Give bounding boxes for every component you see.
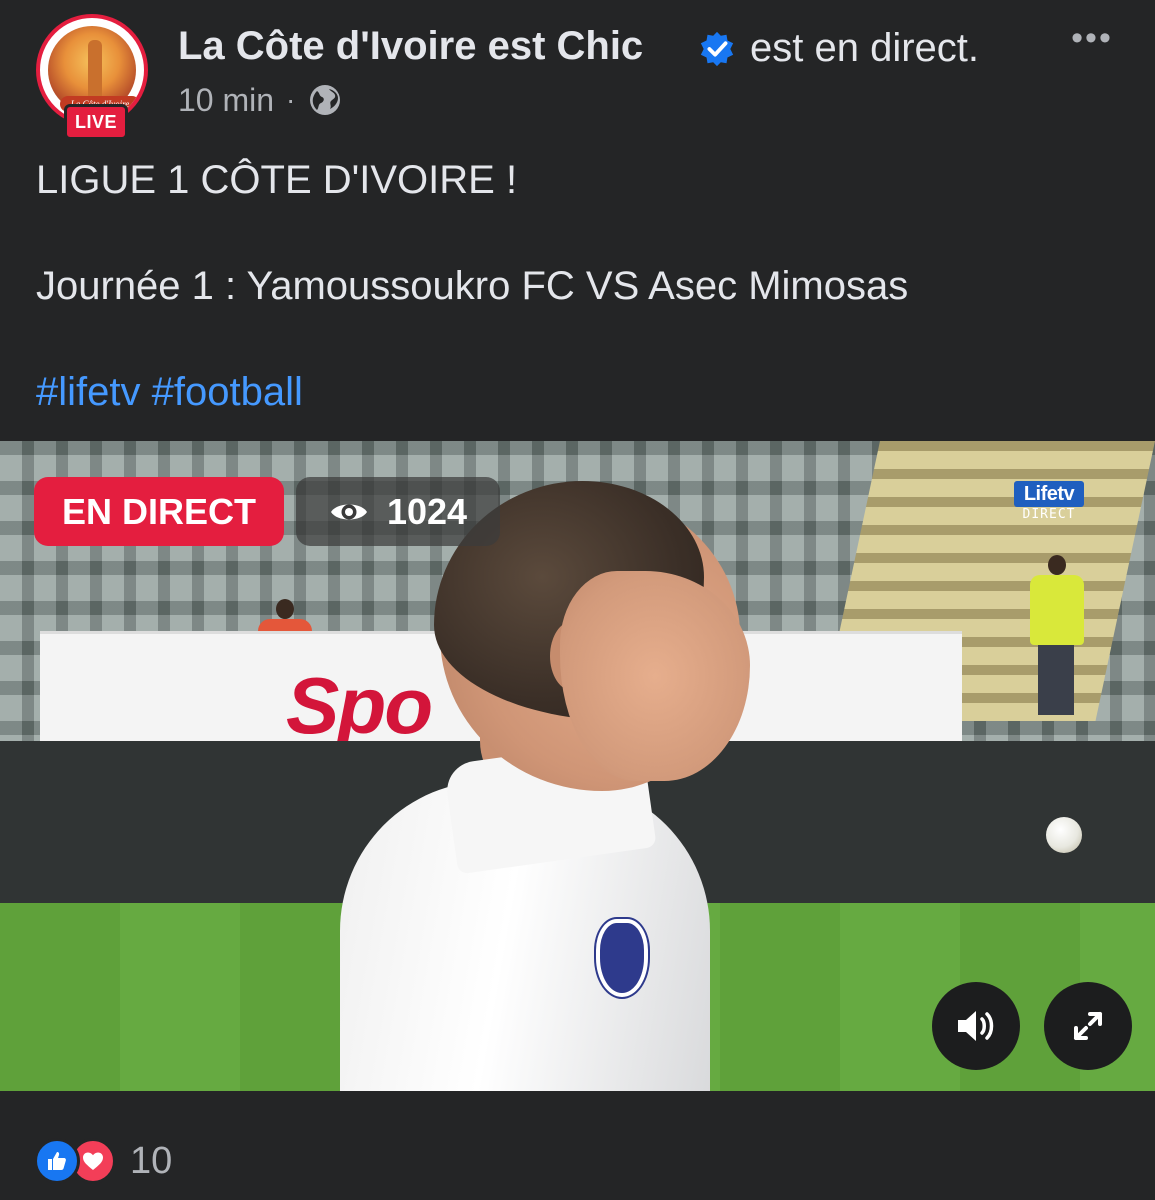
hashtags-line: #lifetv #football xyxy=(36,370,303,415)
sound-button[interactable] xyxy=(932,982,1020,1070)
steward-figure xyxy=(1030,555,1084,715)
live-badge: LIVE xyxy=(64,104,128,140)
post-meta: 10 min · xyxy=(178,80,343,120)
viewer-count: 1024 xyxy=(296,477,500,546)
sound-icon xyxy=(958,1011,994,1041)
post-title-line: LIGUE 1 CÔTE D'IVOIRE ! xyxy=(36,158,518,202)
meta-separator: · xyxy=(286,84,296,115)
hashtag-link[interactable]: #football xyxy=(152,370,303,414)
post-timestamp[interactable]: 10 min xyxy=(178,82,274,119)
eye-icon xyxy=(330,504,367,519)
verified-badge-icon xyxy=(700,31,734,67)
live-indicator-badge: EN DIRECT xyxy=(34,477,284,546)
more-options-button[interactable]: ••• xyxy=(1064,21,1120,56)
football xyxy=(1046,817,1082,853)
reaction-summary[interactable]: 10 xyxy=(34,1136,172,1186)
live-status-text: est en direct. xyxy=(750,26,980,70)
coach-figure xyxy=(330,481,760,1091)
viewer-count-value: 1024 xyxy=(386,490,468,532)
channel-name: Lifetv xyxy=(1014,481,1084,507)
globe-icon[interactable] xyxy=(307,82,343,118)
avatar-image: La Côte d'Ivoire xyxy=(48,26,140,114)
club-crest xyxy=(596,919,648,997)
page-name-link[interactable]: La Côte d'Ivoire est Chic xyxy=(178,24,643,69)
post-header: La Côte d'Ivoire LIVE La Côte d'Ivoire e… xyxy=(0,0,1155,140)
fullscreen-button[interactable] xyxy=(1044,982,1132,1070)
post-match-line: Journée 1 : Yamoussoukro FC VS Asec Mimo… xyxy=(36,264,909,308)
hashtag-link[interactable]: #lifetv xyxy=(36,370,141,414)
channel-watermark: Lifetv DIRECT xyxy=(1014,481,1084,531)
like-icon xyxy=(34,1138,80,1184)
page-avatar[interactable]: La Côte d'Ivoire LIVE xyxy=(36,14,154,140)
avatar-tower xyxy=(88,40,102,98)
reaction-count: 10 xyxy=(130,1139,173,1182)
fullscreen-icon xyxy=(1074,1012,1102,1040)
channel-direct-label: DIRECT xyxy=(1022,507,1076,522)
